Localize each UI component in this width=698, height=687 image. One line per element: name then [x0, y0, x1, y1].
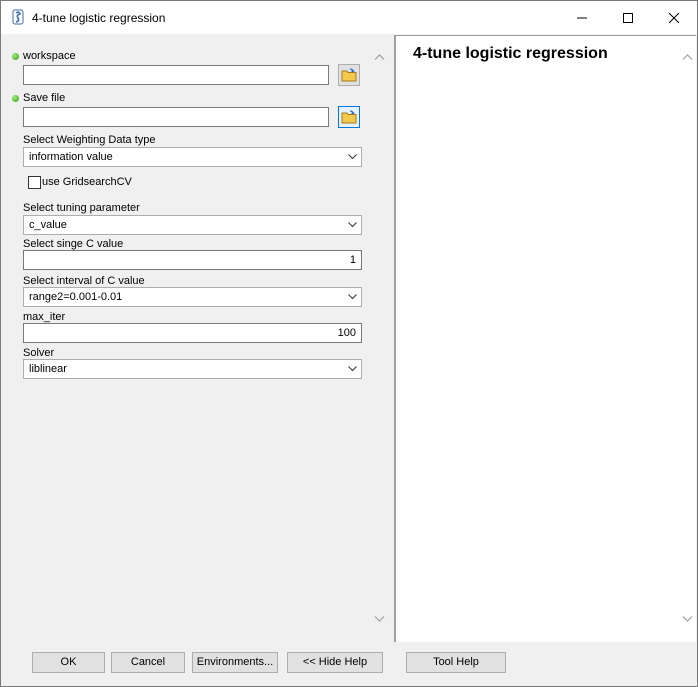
parameters-pane: workspace Save file Select Weighting Dat…	[4, 35, 390, 642]
cancel-button[interactable]: Cancel	[111, 652, 185, 673]
close-icon	[669, 12, 679, 23]
open-folder-icon	[341, 110, 357, 124]
gridsearch-label[interactable]: use GridsearchCV	[42, 176, 132, 188]
maximize-icon	[623, 12, 633, 23]
solver-value: liblinear	[29, 363, 67, 375]
single-c-input[interactable]: 1	[23, 250, 362, 270]
ok-button[interactable]: OK	[32, 652, 105, 673]
c-interval-label: Select interval of C value	[23, 275, 145, 287]
tuning-parameter-label: Select tuning parameter	[23, 202, 140, 214]
help-scrollbar[interactable]	[679, 36, 696, 641]
solver-label: Solver	[23, 347, 55, 359]
workspace-input[interactable]	[23, 65, 329, 85]
chevron-down-icon	[348, 154, 357, 160]
button-bar: OK Cancel Environments... << Hide Help T…	[1, 642, 697, 686]
workspace-label: workspace	[23, 50, 76, 62]
save-file-browse-button[interactable]	[338, 106, 360, 128]
tool-help-button[interactable]: Tool Help	[406, 652, 506, 673]
help-title: 4-tune logistic regression	[413, 45, 608, 62]
max-iter-label: max_iter	[23, 311, 66, 323]
help-pane: 4-tune logistic regression	[394, 35, 696, 642]
required-indicator-icon	[12, 95, 19, 102]
gridsearch-checkbox[interactable]	[28, 176, 41, 189]
title-bar[interactable]: 4-tune logistic regression	[1, 1, 697, 34]
workspace-browse-button[interactable]	[338, 64, 360, 86]
chevron-down-icon	[348, 366, 357, 372]
max-iter-input[interactable]: 100	[23, 323, 362, 343]
c-interval-value: range2=0.001-0.01	[29, 291, 123, 303]
scroll-up-icon[interactable]	[374, 52, 385, 63]
required-indicator-icon	[12, 53, 19, 60]
save-file-label: Save file	[23, 92, 66, 104]
hide-help-button[interactable]: << Hide Help	[287, 652, 383, 673]
chevron-down-icon	[348, 222, 357, 228]
weighting-type-select[interactable]: information value	[23, 147, 362, 167]
tuning-parameter-value: c_value	[29, 219, 67, 231]
python-script-icon	[12, 9, 24, 25]
close-button[interactable]	[651, 1, 697, 34]
minimize-icon	[577, 17, 587, 18]
tool-dialog-window: 4-tune logistic regression workspace Sav…	[0, 0, 698, 687]
weighting-type-value: information value	[29, 151, 113, 163]
minimize-button[interactable]	[559, 1, 605, 34]
window-title: 4-tune logistic regression	[32, 11, 166, 25]
scroll-down-icon[interactable]	[374, 613, 385, 624]
chevron-down-icon	[348, 294, 357, 300]
parameters-scrollbar[interactable]	[371, 35, 388, 642]
open-folder-icon	[341, 68, 357, 82]
scroll-down-icon[interactable]	[682, 613, 693, 624]
single-c-label: Select singe C value	[23, 238, 124, 250]
weighting-type-label: Select Weighting Data type	[23, 134, 156, 146]
scroll-up-icon[interactable]	[682, 52, 693, 63]
maximize-button[interactable]	[605, 1, 651, 34]
save-file-input[interactable]	[23, 107, 329, 127]
tuning-parameter-select[interactable]: c_value	[23, 215, 362, 235]
c-interval-select[interactable]: range2=0.001-0.01	[23, 287, 362, 307]
environments-button[interactable]: Environments...	[192, 652, 278, 673]
solver-select[interactable]: liblinear	[23, 359, 362, 379]
